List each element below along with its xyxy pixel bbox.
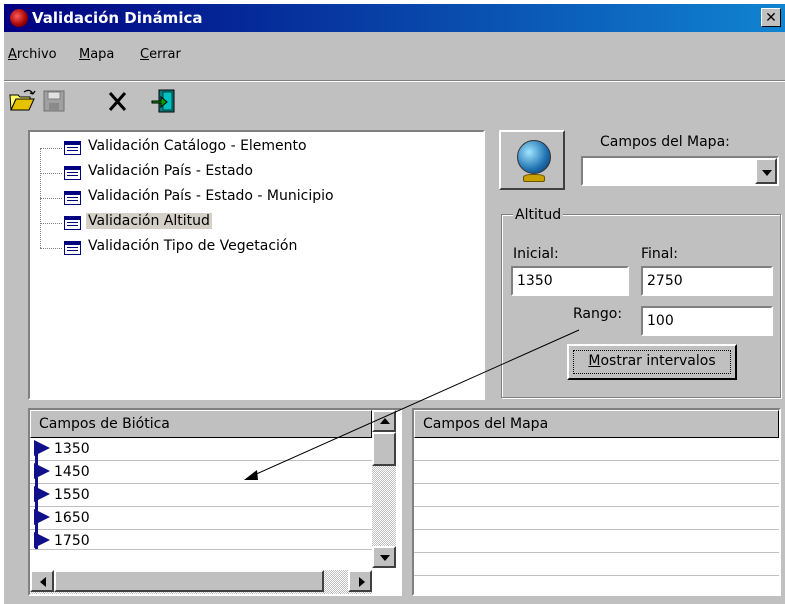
annotation-arrow: [244, 329, 580, 480]
window: Validación Dinámica ✕ Archivo Mapa Cerra…: [4, 4, 785, 604]
